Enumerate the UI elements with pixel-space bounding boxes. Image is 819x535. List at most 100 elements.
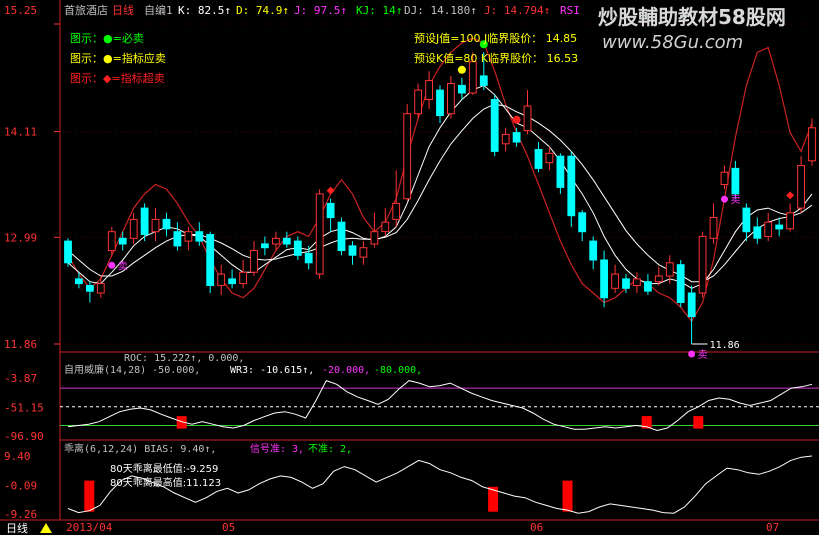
candle-body [272, 237, 280, 245]
d-value: D: 74.9↑ [236, 4, 289, 17]
wr-tick: -3.87 [4, 372, 37, 385]
stock-name: 首旅酒店 [64, 3, 108, 17]
candle-body [742, 207, 751, 233]
candle-body [567, 155, 576, 217]
candle-body [173, 231, 182, 247]
candle-body [654, 275, 663, 283]
candle-body [293, 240, 302, 256]
jj-value: J: 14.794↑ [484, 4, 550, 17]
candle-body [490, 99, 499, 152]
price-tick: 11.86 [4, 338, 37, 351]
candle-body [611, 273, 620, 289]
bias-title: 乖离(6,12,24) BIAS: 9.40↑, [64, 442, 216, 455]
bias-miss: 不准: 2, [308, 443, 352, 455]
candle-body [304, 252, 313, 264]
bias-tick: -9.26 [4, 508, 37, 521]
sell-marker-label: 卖 [118, 260, 128, 272]
candle-body [96, 283, 105, 294]
legend-must-sell: 图示：●=必卖 [70, 32, 144, 45]
candle-body [458, 84, 466, 94]
candle-body [381, 221, 390, 233]
candle-body [764, 221, 773, 237]
candle-body [392, 202, 401, 220]
candle-body [118, 237, 127, 245]
candle-body [512, 132, 521, 143]
candle-body [315, 193, 324, 275]
price-tick: 14.11 [4, 126, 37, 139]
candle-body [786, 212, 795, 230]
stock-chart: 卖卖卖11.86 14.1112.9911.86 -3.87-51.15-96.… [0, 0, 819, 535]
candle-body [129, 218, 138, 239]
bias-tick: 9.40 [4, 450, 31, 463]
candle-body [501, 133, 510, 145]
bias-hit: 信号准: 3, [250, 443, 304, 455]
bias-tick: -0.09 [4, 480, 37, 493]
k-value: K: 82.5↑ [178, 4, 231, 17]
candle-body [644, 281, 652, 292]
candle-body [195, 231, 204, 242]
signal-marker [512, 115, 521, 124]
sell-marker-dot [108, 261, 116, 269]
candle-body [403, 113, 412, 200]
candle-body [239, 271, 247, 285]
candle-body [206, 234, 215, 286]
candle-body [359, 247, 368, 258]
preset-j-line: 预设J值=100 J临界股价： 14.85 [414, 31, 577, 45]
candle-body [348, 245, 357, 256]
legend-oversold: 图示：◆=指标超卖 [70, 71, 165, 85]
candle-body [447, 83, 455, 115]
candle-body [425, 80, 434, 100]
candle-body [151, 218, 160, 233]
candle-body [600, 259, 609, 299]
candle-body [589, 240, 598, 261]
date-label-jun: 06 [530, 521, 543, 534]
roc-label: ROC: 15.222↑, 0.000, [124, 353, 244, 364]
rsi-label: RSI [560, 4, 580, 17]
candle-body [633, 278, 641, 286]
candle-body [556, 155, 565, 188]
price-tick-top: 15.25 [4, 4, 37, 17]
signal-marker [457, 65, 466, 74]
wr-tick: -51.15 [4, 402, 44, 415]
candle-body [775, 224, 784, 230]
date-label-apr: 2013/04 [66, 521, 113, 534]
watermark-url: www.58Gu.com [602, 32, 743, 53]
candle-body [468, 61, 477, 94]
sell-marker-label: 卖 [698, 349, 708, 361]
dj-value: DJ: 14.180↑ [404, 4, 477, 17]
sell-marker-dot [688, 350, 696, 358]
wr-title: 自用威廉(14,28) -50.000, [64, 363, 200, 376]
date-label-may: 05 [222, 521, 235, 534]
candle-body [370, 231, 379, 245]
bias-low-note: 80天乖离最低值:-9.259 [110, 462, 218, 475]
wr-signal-bar [693, 416, 704, 429]
wr-level-80: -80.000, [374, 365, 422, 376]
candle-body [720, 171, 729, 185]
candle-body [665, 262, 674, 277]
candle-body [86, 285, 94, 292]
sell-marker-label: 卖 [731, 194, 741, 206]
price-tick: 12.99 [4, 231, 37, 244]
candle-body [140, 207, 149, 236]
candle-body [326, 202, 335, 219]
candle-body [622, 278, 630, 289]
candle-body [676, 264, 685, 304]
candle-body [64, 240, 72, 264]
candle-body [261, 243, 269, 249]
candle-body [337, 221, 346, 251]
candle-body [75, 278, 83, 285]
candle-body [184, 231, 193, 242]
candle-body [687, 292, 696, 318]
candle-body [436, 89, 444, 117]
candle-body [228, 278, 236, 285]
candle-body [414, 89, 423, 115]
candle-body [217, 273, 226, 286]
candle-body [107, 231, 116, 252]
bias-high-note: 80天乖离最高值:11.123 [110, 476, 221, 489]
candle-body [545, 152, 554, 164]
candle-body [578, 212, 587, 233]
bias-signal-bar [84, 480, 95, 512]
footer-period[interactable]: 日线 [6, 521, 28, 535]
candle-body [479, 75, 488, 86]
j-value: J: 97.5↑ [294, 4, 347, 17]
